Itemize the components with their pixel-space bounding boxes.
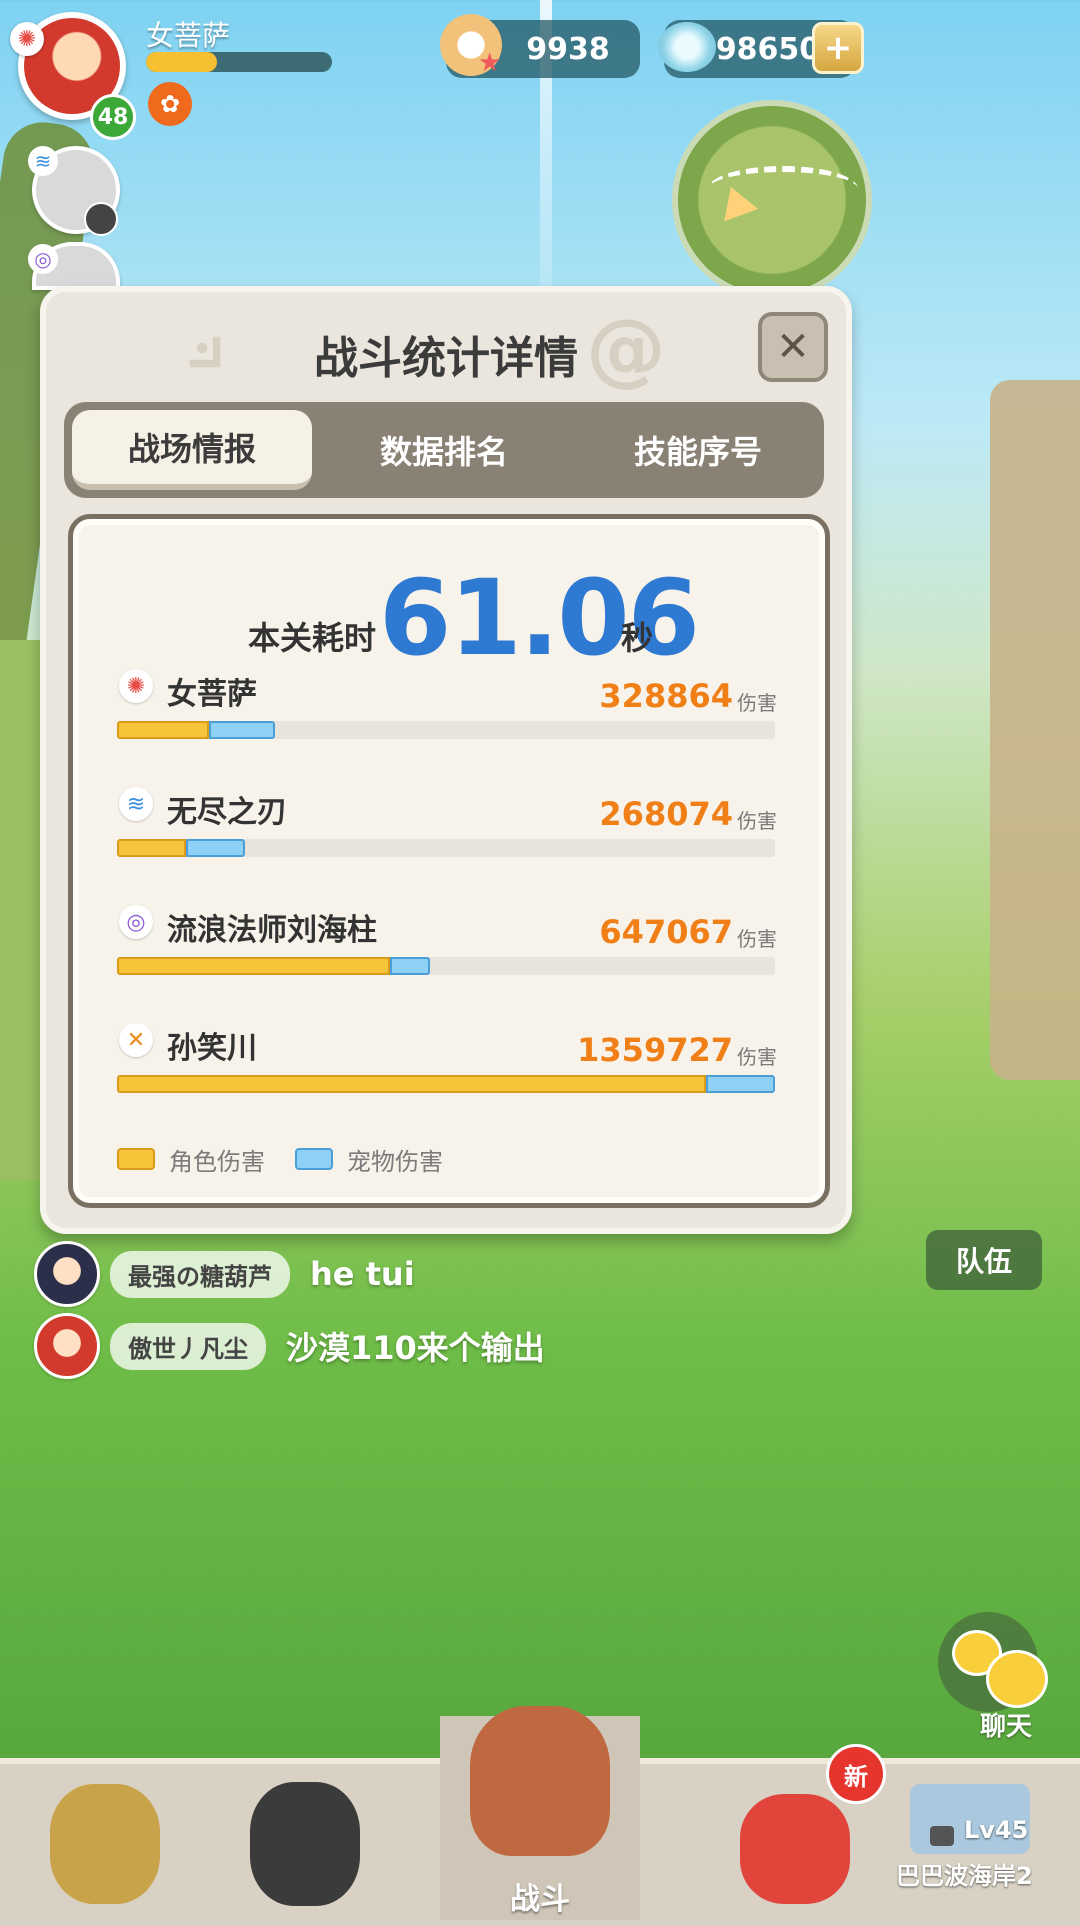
close-button[interactable]: ✕ (758, 312, 828, 382)
character-damage-segment (117, 721, 210, 739)
controller-icon (84, 202, 118, 236)
chat-message-text: 沙漠110来个输出 (286, 1329, 545, 1367)
damage-row: ✺ 女菩萨 328864 伤害 (117, 669, 777, 779)
fire-icon: ✺ (119, 669, 153, 703)
locked-map-name: 巴巴波海岸2 (896, 1862, 1033, 1890)
member-name: 孙笑川 (167, 1031, 257, 1066)
damage-unit: 伤害 (737, 809, 777, 833)
player-name: 女菩萨 (146, 19, 231, 52)
tab-bar: 战场情报 数据排名 技能序号 (64, 402, 824, 498)
nav-hero[interactable] (230, 1764, 410, 1926)
damage-bar (117, 839, 775, 857)
chat-button[interactable] (938, 1612, 1048, 1712)
fire-element-icon: ✺ (10, 22, 44, 56)
legend-character-damage: 角色伤害 (117, 1139, 265, 1179)
battle-totem-icon (470, 1706, 610, 1856)
nav-battle-label: 战斗 (510, 1882, 570, 1917)
chat-message[interactable]: 最强の糖葫芦 he tui (34, 1241, 415, 1307)
legend-swatch (117, 1148, 155, 1170)
pet-damage-segment (390, 957, 430, 975)
starfish-icon: ★ (478, 48, 502, 78)
legend-swatch (295, 1148, 333, 1170)
shell-amount: 98650 (715, 31, 821, 67)
tab-skill-order[interactable]: 技能序号 (578, 410, 818, 490)
damage-row: ✕ 孙笑川 1359727 伤害 (117, 1023, 777, 1133)
dragon-character-icon (740, 1794, 850, 1904)
stage-time-unit: 秒 (621, 619, 654, 657)
tab-battlefield-info[interactable]: 战场情报 (72, 410, 312, 490)
member-name: 女菩萨 (167, 677, 257, 712)
locked-level: Lv45 (964, 1816, 1029, 1844)
damage-unit: 伤害 (737, 927, 777, 951)
hero-character-icon (250, 1782, 360, 1906)
damage-row: ≋ 无尽之刃 268074 伤害 (117, 787, 777, 897)
nav-pets[interactable] (20, 1764, 200, 1926)
damage-bar (117, 721, 775, 739)
damage-row: ◎ 流浪法师刘海柱 647067 伤害 (117, 905, 777, 1015)
legend-pet-damage: 宠物伤害 (295, 1139, 443, 1179)
shell-icon (658, 22, 716, 72)
chat-avatar (34, 1313, 100, 1379)
legend-label: 角色伤害 (169, 1147, 265, 1176)
background-rock (990, 380, 1080, 1080)
character-damage-segment (117, 957, 391, 975)
legend-label: 宠物伤害 (347, 1147, 443, 1176)
pet-damage-segment (705, 1075, 775, 1093)
chat-bubble-icon (986, 1650, 1048, 1708)
stage-time-label: 本关耗时 (248, 619, 377, 657)
minimap[interactable] (672, 100, 872, 300)
damage-value: 328864 (599, 677, 733, 715)
pearl-amount: 9938 (526, 31, 610, 67)
add-currency-button[interactable]: + (812, 22, 864, 74)
damage-value: 647067 (599, 913, 733, 951)
nav-locked-map[interactable] (890, 1764, 1070, 1926)
player-level-badge: 48 (90, 94, 136, 140)
battle-stats-dialog: ⟓ @ 战斗统计详情 ✕ 战场情报 数据排名 技能序号 本关耗时 61.06 秒… (40, 286, 852, 1234)
damage-bar (117, 957, 775, 975)
member-name: 无尽之刃 (167, 795, 287, 830)
damage-bar (117, 1075, 775, 1093)
team-button[interactable]: 队伍 (926, 1230, 1042, 1290)
stats-panel: 本关耗时 61.06 秒 ✺ 女菩萨 328864 伤害 ≋ 无尽之刃 268074 伤害 ◎ 流… (68, 514, 830, 1208)
wind-icon: ≋ (119, 787, 153, 821)
damage-value: 268074 (599, 795, 733, 833)
new-badge: 新 (826, 1744, 886, 1804)
character-damage-segment (117, 1075, 706, 1093)
lock-icon (930, 1826, 954, 1846)
chat-label: 聊天 (980, 1712, 1033, 1742)
nav-battle[interactable]: 战斗 (440, 1706, 640, 1920)
buff-icon[interactable]: ✿ (148, 82, 192, 126)
damage-unit: 伤害 (737, 691, 777, 715)
wind-icon: ≋ (28, 146, 58, 176)
tab-data-ranking[interactable]: 数据排名 (324, 410, 564, 490)
chat-sender-name: 傲世丿凡尘 (110, 1322, 266, 1370)
chat-message[interactable]: 傲世丿凡尘 沙漠110来个输出 (34, 1313, 545, 1379)
player-hp-bar (146, 52, 332, 72)
lightning-icon: ✕ (119, 1023, 153, 1057)
pet-character-icon (50, 1784, 160, 1904)
player-hp-fill (146, 52, 217, 72)
damage-value: 1359727 (577, 1031, 733, 1069)
vortex-icon: ◎ (119, 905, 153, 939)
vortex-icon: ◎ (28, 244, 58, 274)
pet-damage-segment (209, 721, 275, 739)
damage-unit: 伤害 (737, 1045, 777, 1069)
chat-message-text: he tui (310, 1255, 415, 1293)
pet-damage-segment (186, 839, 246, 857)
member-name: 流浪法师刘海柱 (167, 913, 377, 948)
character-damage-segment (117, 839, 187, 857)
dialog-title: 战斗统计详情 (314, 333, 578, 384)
chat-sender-name: 最强の糖葫芦 (110, 1250, 290, 1298)
chat-avatar (34, 1241, 100, 1307)
